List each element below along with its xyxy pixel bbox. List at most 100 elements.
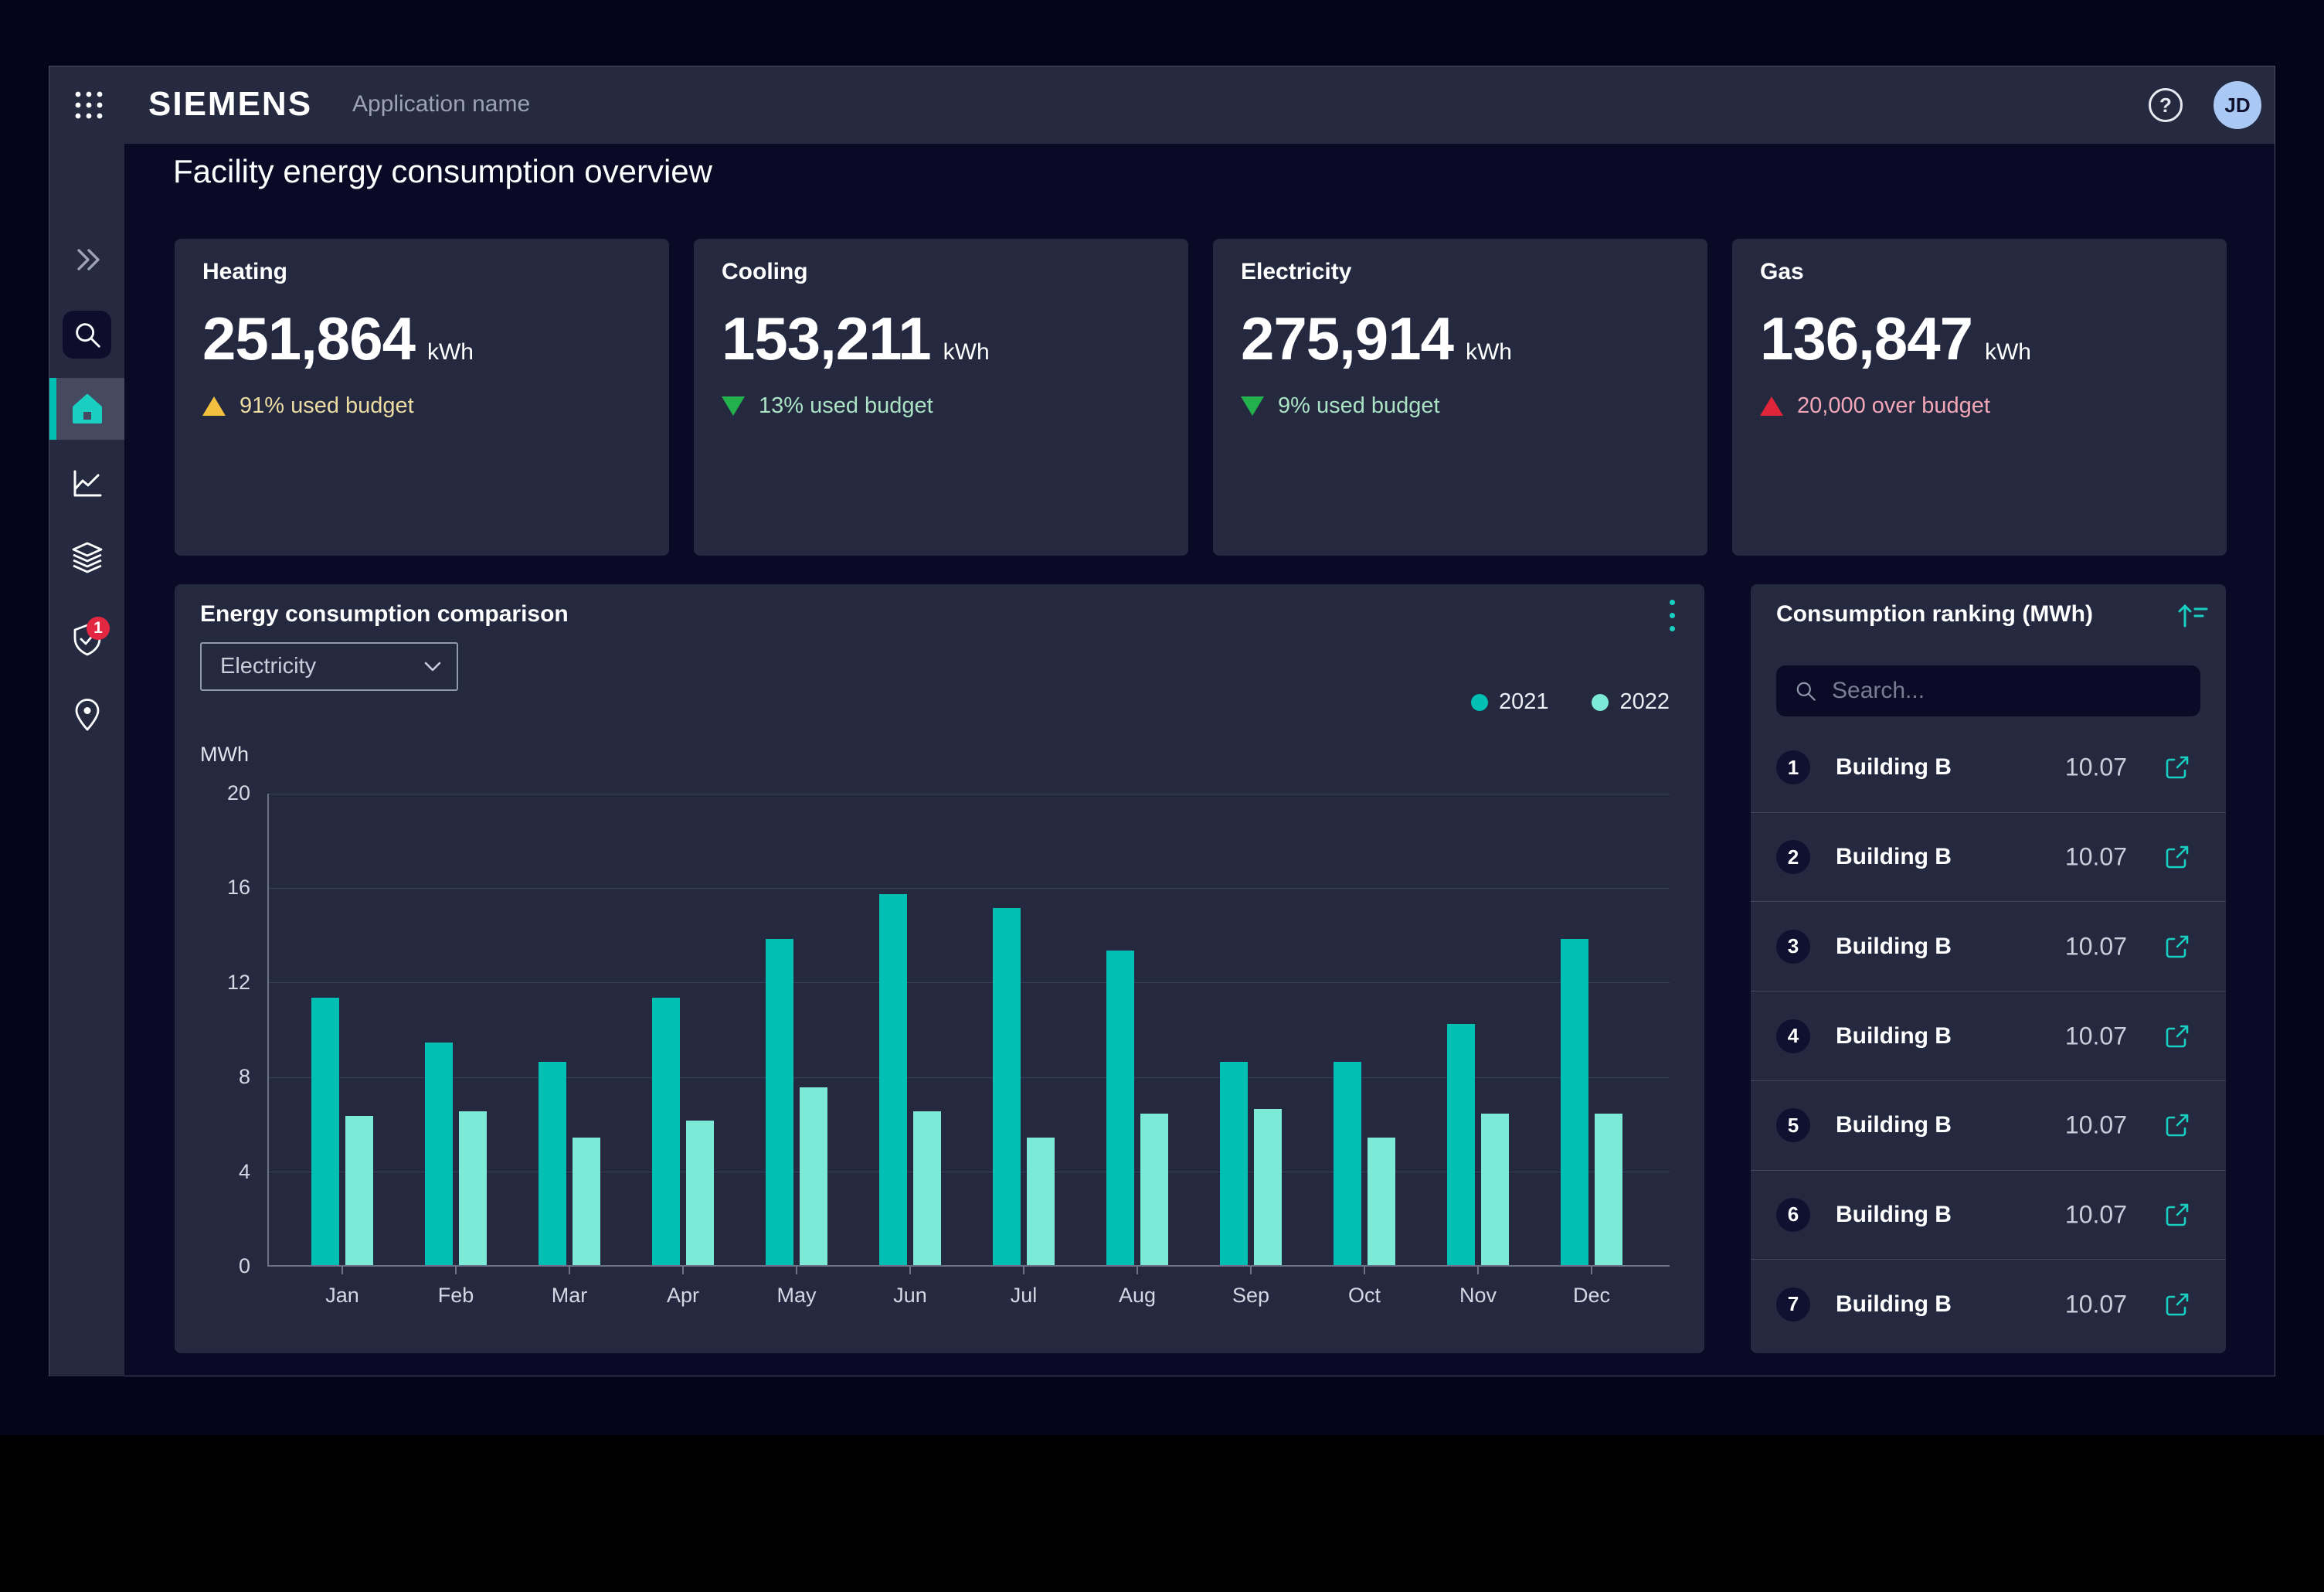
bar-2022 [1027,1138,1055,1265]
bar-2022 [1254,1109,1282,1265]
x-tick-label: Mar [523,1284,616,1308]
sidebar-item-analytics[interactable] [49,452,124,514]
chart-title: Energy consumption comparison [200,601,569,628]
sidebar-item-home[interactable] [49,378,124,440]
legend-item[interactable]: 2022 [1592,689,1670,715]
ranking-row[interactable]: 6 Building B 10.07 [1751,1170,2226,1260]
kpi-status-text: 13% used budget [759,393,933,419]
sort-icon[interactable] [2174,597,2211,634]
kpi-status-text: 91% used budget [240,393,414,419]
bar-2022 [686,1121,714,1265]
bar-2022 [345,1116,373,1265]
rank-name: Building B [1836,1291,1952,1318]
kpi-label: Cooling [722,259,808,285]
help-glyph: ? [2159,94,2172,117]
chevron-down-icon [424,662,441,672]
kpi-value: 153,211 [722,304,931,374]
sidebar: 1 [49,144,124,1376]
x-tick-label: Feb [409,1284,502,1308]
chart-card: Energy consumption comparison Electricit… [175,584,1704,1353]
x-tick-label: May [750,1284,843,1308]
bar-2021 [879,894,907,1265]
ranking-search [1776,665,2200,716]
x-tick [1364,1267,1365,1274]
top-bar: SIEMENS Application name ? JD [49,66,2275,144]
external-link-icon[interactable] [2163,753,2191,781]
kpi-value-row: 251,864kWh [202,304,474,374]
rank-value: 10.07 [2065,1111,2127,1140]
ranking-row[interactable]: 4Building B10.07 [1751,991,2226,1080]
rank-name: Building B [1836,1202,1952,1228]
metric-dropdown[interactable]: Electricity [200,642,458,691]
x-tick [909,1267,911,1274]
kpi-status-text: 20,000 over budget [1797,393,1990,419]
page-title: Facility energy consumption overview [173,153,712,190]
x-tick-label: Dec [1545,1284,1638,1308]
kpi-value: 136,847 [1760,304,1972,374]
ranking-row[interactable]: 3Building B10.07 [1751,901,2226,991]
line-chart-icon [70,465,105,501]
rank-value: 10.07 [2065,753,2127,782]
chart-legend: 2021 2022 [1471,689,1670,715]
kpi-unit: kWh [1466,339,1512,366]
external-link-icon[interactable] [2163,1022,2191,1050]
rank-badge: 5 [1776,1108,1810,1142]
rank-name: Building B [1836,934,1952,960]
rank-badge: 6 [1776,1198,1810,1232]
triangle-up-icon [1760,396,1783,416]
sidebar-item-search[interactable] [49,304,124,366]
legend-item[interactable]: 2021 [1471,689,1549,715]
sidebar-item-locations[interactable] [49,684,124,746]
y-tick-label: 0 [204,1254,250,1278]
desktop-background: SIEMENS Application name ? JD [0,0,2324,1592]
kpi-label: Gas [1760,259,1804,285]
rank-value: 10.07 [2065,1200,2127,1229]
help-icon[interactable]: ? [2149,88,2183,122]
legend-dot [1592,694,1609,711]
sidebar-item-layers[interactable] [49,526,124,588]
ranking-row[interactable]: 7Building B10.07 [1751,1259,2226,1349]
ranking-search-input[interactable] [1832,678,2141,704]
kpi-card: Electricity275,914kWh9% used budget [1213,239,1707,556]
application-name: Application name [352,91,530,117]
user-avatar[interactable]: JD [2214,81,2261,129]
kpi-card: Heating251,864kWh91% used budget [175,239,669,556]
rank-value: 10.07 [2065,1022,2127,1050]
external-link-icon[interactable] [2163,843,2191,871]
x-tick-label: Jan [296,1284,389,1308]
app-window: SIEMENS Application name ? JD [49,66,2275,1376]
app-launcher-icon[interactable] [74,90,104,120]
x-tick [341,1267,343,1274]
kebab-menu-icon[interactable] [1655,590,1689,640]
x-tick-label: Jul [977,1284,1070,1308]
x-tick-label: Apr [637,1284,729,1308]
search-icon [1793,679,1818,703]
ranking-row[interactable]: 5Building B10.07 [1751,1080,2226,1170]
ranking-row[interactable]: 2Building B10.07 [1751,812,2226,902]
ranking-row[interactable]: 1Building B10.07 [1751,723,2226,812]
external-link-icon[interactable] [2163,1111,2191,1139]
bar-2021 [311,998,339,1265]
gridline [269,888,1670,889]
x-tick [682,1267,684,1274]
external-link-icon[interactable] [2163,1201,2191,1229]
bar-2021 [1220,1062,1248,1265]
location-pin-icon [70,697,105,733]
external-link-icon[interactable] [2163,1291,2191,1318]
external-link-icon[interactable] [2163,933,2191,961]
bar-2021 [1447,1024,1475,1265]
bar-2022 [1368,1138,1395,1265]
metric-dropdown-value: Electricity [220,654,316,679]
kpi-status: 20,000 over budget [1760,393,1990,419]
x-tick [455,1267,457,1274]
x-tick [1591,1267,1592,1274]
sidebar-expand-icon[interactable] [49,229,124,291]
y-tick-label: 8 [204,1065,250,1089]
kpi-unit: kWh [427,339,474,366]
y-tick-label: 20 [204,781,250,805]
kpi-value-row: 275,914kWh [1241,304,1512,374]
rank-name: Building B [1836,754,1952,781]
kpi-status-text: 9% used budget [1278,393,1440,419]
sidebar-item-compliance[interactable]: 1 [49,609,124,671]
legend-label: 2022 [1619,689,1670,715]
